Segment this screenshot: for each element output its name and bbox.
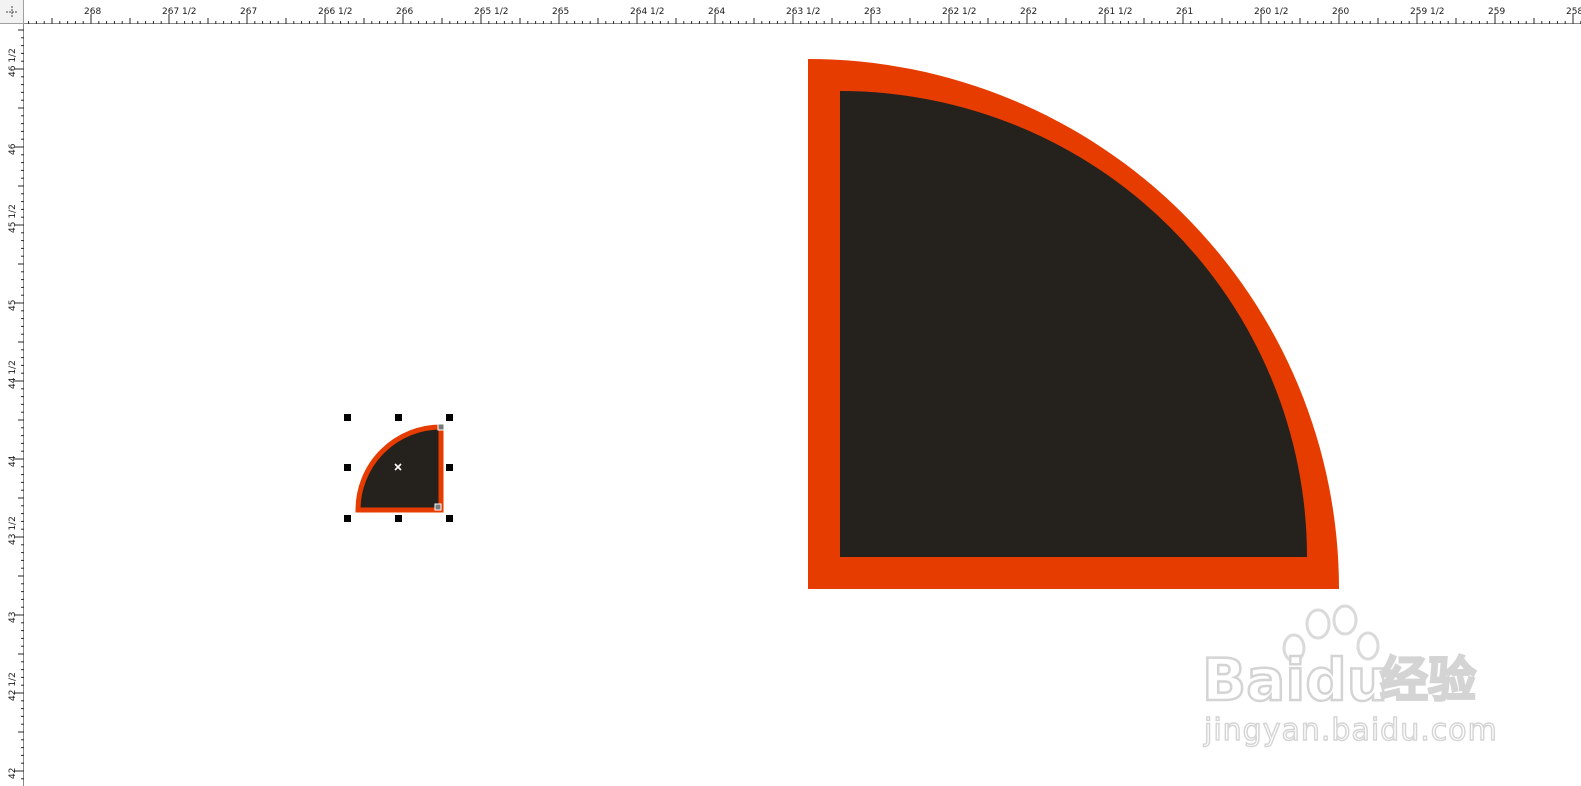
ruler-label: 264 1/2 [630, 7, 665, 17]
ruler-label: 263 [864, 7, 881, 17]
ruler-label: 46 1/2 [8, 48, 18, 77]
handle-top-left[interactable] [344, 414, 351, 421]
ruler-label: 259 1/2 [1410, 7, 1445, 17]
ruler-label: 46 [8, 143, 18, 155]
ruler-label: 259 [1488, 7, 1505, 17]
ruler-label: 258 [1566, 7, 1581, 17]
handle-bottom-middle[interactable] [395, 515, 402, 522]
vertical-ruler[interactable]: 46 1/2 46 45 1/2 45 44 1/2 44 43 1/2 43 42 1/2 42 [0, 24, 24, 786]
baidu-watermark: Baidu 经验 jingyan.baidu.com [1201, 604, 1498, 749]
ruler-label: 264 [708, 7, 725, 17]
node-marker[interactable] [434, 503, 442, 511]
ruler-label: 44 [8, 455, 18, 467]
ruler-label: 261 1/2 [1098, 7, 1133, 17]
watermark-url: jingyan.baidu.com [1203, 713, 1498, 748]
horizontal-ruler[interactable]: 268 267 1/2 267 266 1/2 266 265 1/2 265 264 1/2… [24, 0, 1581, 24]
vertical-ruler-scale: 46 1/2 46 45 1/2 45 44 1/2 44 43 1/2 43 42 1/2 42 [8, 29, 24, 780]
horizontal-ruler-scale: 268 267 1/2 267 266 1/2 266 265 1/2 265 264 1/2… [28, 7, 1581, 24]
drawing-page[interactable]: Baidu 经验 jingyan.baidu.com [24, 24, 1581, 786]
ruler-label: 266 [396, 7, 413, 17]
ruler-label: 265 1/2 [474, 7, 509, 17]
ruler-label: 42 [8, 768, 18, 779]
handle-top-middle[interactable] [395, 414, 402, 421]
ruler-label: 263 1/2 [786, 7, 821, 17]
handle-bottom-right[interactable] [446, 515, 453, 522]
ruler-label: 45 [8, 300, 18, 311]
ruler-label: 45 1/2 [8, 204, 18, 233]
handle-middle-right[interactable] [446, 464, 453, 471]
handle-top-right[interactable] [446, 414, 453, 421]
ruler-label: 43 [8, 612, 18, 623]
drawing-canvas[interactable]: Baidu 经验 jingyan.baidu.com [24, 24, 1581, 786]
ruler-label: 44 1/2 [8, 360, 18, 389]
ruler-label: 260 [1332, 7, 1349, 17]
ruler-label: 43 1/2 [8, 516, 18, 545]
ruler-label: 268 [84, 7, 101, 17]
ruler-label: 262 1/2 [942, 7, 977, 17]
ruler-label: 261 [1176, 7, 1193, 17]
ruler-label: 266 1/2 [318, 7, 353, 17]
ruler-label: 260 1/2 [1254, 7, 1289, 17]
ruler-label: 267 1/2 [162, 7, 197, 17]
handle-middle-left[interactable] [344, 464, 351, 471]
small-pie-shape[interactable] [355, 423, 445, 513]
node-marker[interactable] [437, 423, 445, 431]
watermark-brand-tail: du [1305, 646, 1388, 714]
ruler-label: 42 1/2 [8, 672, 18, 701]
ruler-label: 265 [552, 7, 569, 17]
large-pie-fill [840, 91, 1307, 557]
ruler-origin-icon [6, 6, 18, 18]
watermark-brand: Baidu [1202, 646, 1388, 714]
large-pie-shape[interactable] [808, 59, 1339, 589]
watermark-chinese: 经验 [1380, 652, 1476, 708]
ruler-label: 267 [240, 7, 257, 17]
ruler-label: 262 [1020, 7, 1037, 17]
handle-bottom-left[interactable] [344, 515, 351, 522]
ruler-origin-corner[interactable] [0, 0, 24, 24]
